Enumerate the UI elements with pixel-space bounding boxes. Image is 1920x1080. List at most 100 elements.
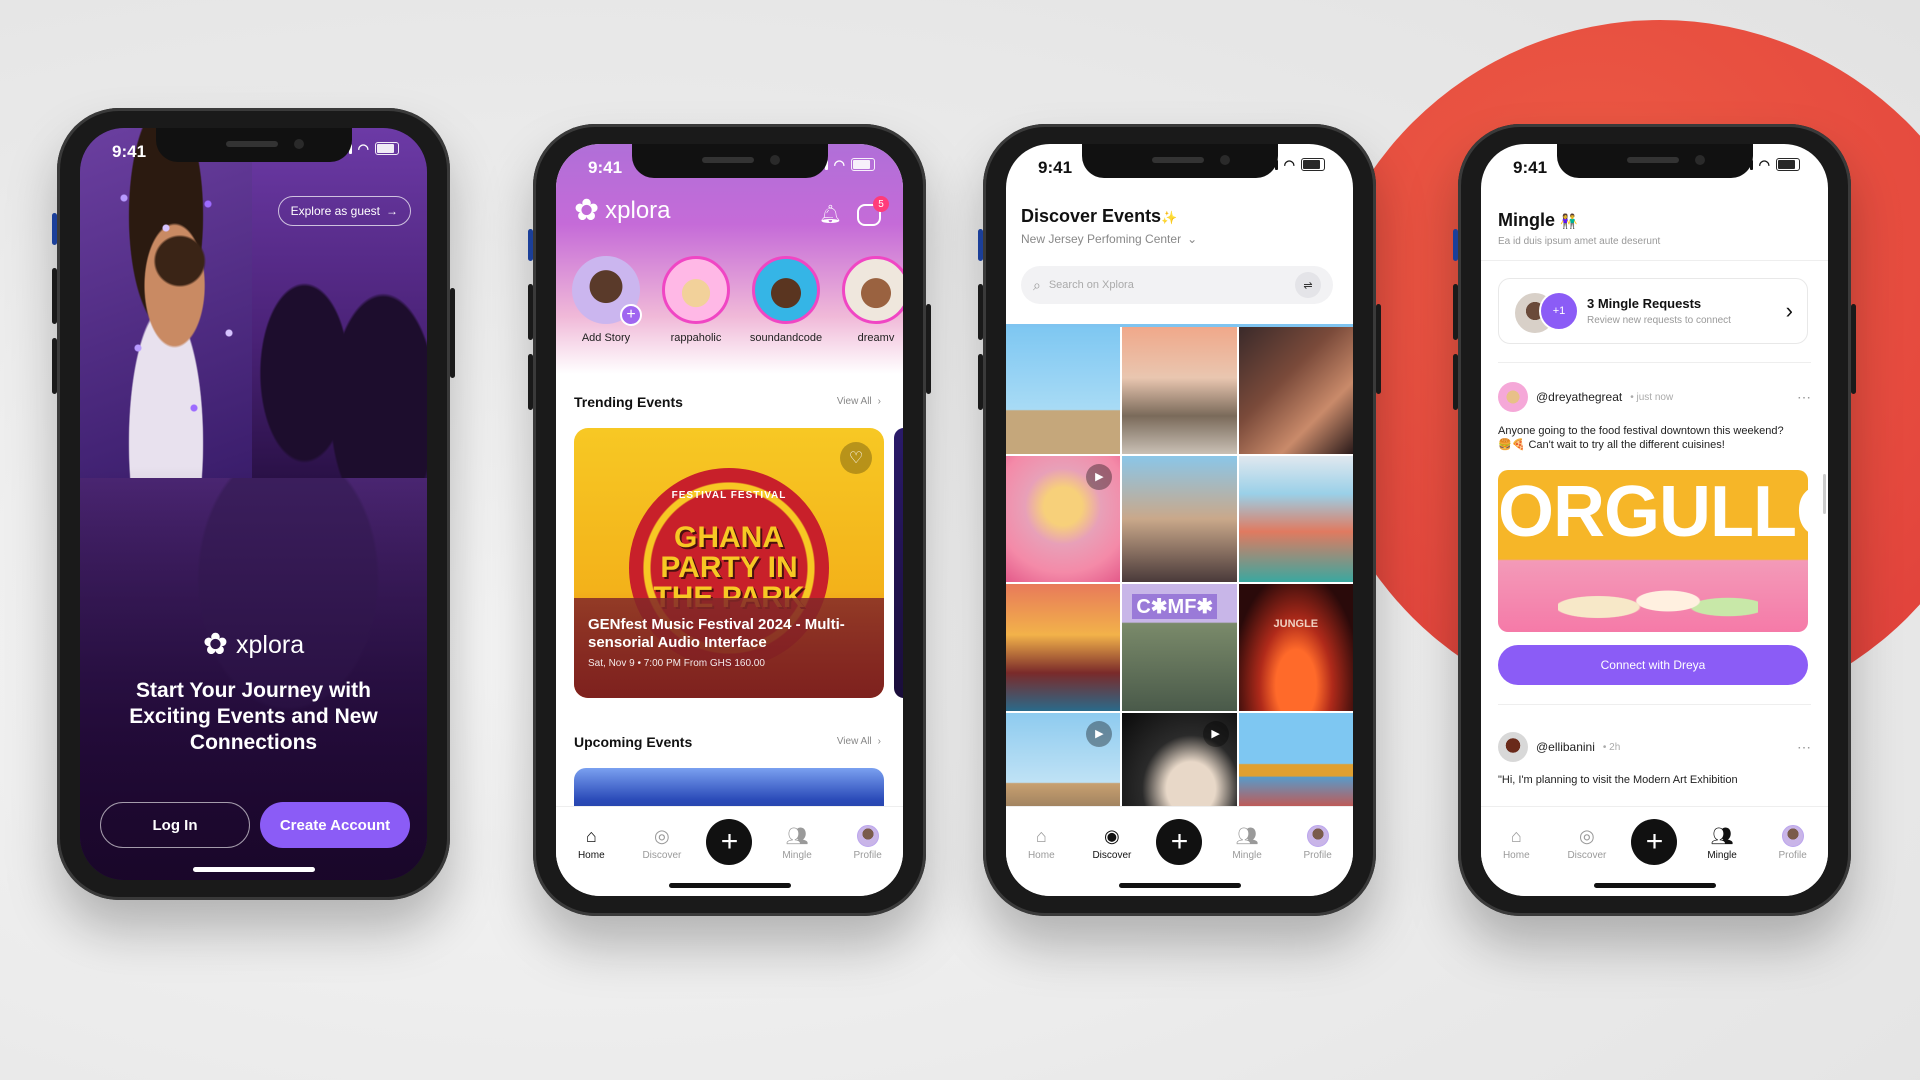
- chevron-right-icon: ›: [1785, 298, 1793, 323]
- chevron-right-icon: ›: [877, 396, 881, 407]
- play-icon[interactable]: ▶: [1202, 720, 1229, 747]
- event-title: GENfest Music Festival 2024 - Multi-sens…: [588, 616, 845, 651]
- battery-icon: [1776, 158, 1800, 171]
- post-username[interactable]: @ellibanini: [1536, 740, 1595, 754]
- tab-home[interactable]: ⌂ Home: [1490, 825, 1542, 862]
- battery-icon: [851, 158, 875, 171]
- welcome-screen: 9:41 ◠ Explore as guest → ✿ xplora Start…: [80, 128, 427, 880]
- story-item[interactable]: dreamv: [840, 256, 903, 344]
- app-logo: ✿ xplora: [574, 196, 671, 226]
- filter-icon[interactable]: ⇌: [1295, 272, 1321, 298]
- heart-icon[interactable]: ♡: [840, 442, 872, 474]
- story-item[interactable]: rappaholic: [660, 256, 732, 344]
- plus-icon: +: [1645, 825, 1664, 858]
- post-image-cakes: [1558, 565, 1758, 625]
- create-account-button[interactable]: Create Account: [260, 802, 410, 848]
- side-button: [52, 213, 57, 245]
- tab-home[interactable]: ⌂ Home: [1015, 825, 1067, 862]
- story-name: soundandcode: [749, 332, 823, 344]
- search-input[interactable]: Search on Xplora: [1049, 279, 1287, 291]
- tab-discover[interactable]: ◎ Discover: [1561, 825, 1613, 862]
- connect-label: Connect with Dreya: [1600, 658, 1706, 672]
- grid-photo[interactable]: JUNGLE: [1238, 584, 1353, 711]
- tab-mingle[interactable]: 👥︎ Mingle: [1221, 825, 1273, 862]
- tile-label-jungle: JUNGLE: [1273, 618, 1319, 630]
- confetti: [110, 168, 250, 468]
- login-button[interactable]: Log In: [100, 802, 250, 848]
- request-count-badge: +1: [1539, 291, 1579, 331]
- tab-discover[interactable]: ◎ Discover: [636, 825, 688, 862]
- tab-label: Mingle: [1707, 850, 1737, 861]
- tab-mingle[interactable]: 👥︎ Mingle: [771, 825, 823, 862]
- plus-icon: +: [620, 304, 642, 326]
- tab-mingle[interactable]: 👥︎ Mingle: [1696, 825, 1748, 862]
- side-button: [528, 284, 533, 340]
- stories-row: + Add Story rappaholic soundandcode drea…: [570, 256, 903, 344]
- page-title: Discover Events✨: [1021, 206, 1177, 227]
- grid-photo[interactable]: [1006, 327, 1121, 454]
- grid-photo[interactable]: C✱MF✱: [1122, 584, 1237, 711]
- post-text: "Hi, I'm planning to visit the Modern Ar…: [1498, 774, 1738, 786]
- search-bar[interactable]: ⌕ Search on Xplora ⇌: [1021, 266, 1333, 304]
- tab-home[interactable]: ⌂ Home: [565, 825, 617, 862]
- brand-name: xplora: [605, 197, 671, 224]
- grid-photo[interactable]: [1238, 455, 1353, 582]
- tab-label: Profile: [1778, 850, 1807, 861]
- side-button: [926, 304, 931, 394]
- status-time: 9:41: [1038, 158, 1073, 177]
- grid-photo[interactable]: [1006, 584, 1121, 711]
- grid-photo[interactable]: [1122, 327, 1237, 454]
- requests-subtitle: Review new requests to connect: [1587, 315, 1731, 326]
- home-indicator: [668, 883, 791, 888]
- tab-profile[interactable]: Profile: [1292, 825, 1344, 861]
- search-icon: ⌕: [1033, 276, 1041, 293]
- create-plus-button[interactable]: +: [1631, 819, 1678, 865]
- mingle-requests-card[interactable]: +1 3 Mingle Requests Review new requests…: [1498, 278, 1808, 344]
- view-all-upcoming[interactable]: View All ›: [837, 736, 881, 747]
- notch: [155, 128, 352, 162]
- avatar[interactable]: [1498, 382, 1528, 412]
- people-icon: 👥︎: [1710, 825, 1734, 846]
- view-all-trending[interactable]: View All ›: [837, 396, 881, 407]
- trending-event-card[interactable]: FESTIVAL FESTIVAL GHANA PARTY IN THE PAR…: [574, 428, 884, 698]
- tile-label-comfy: C✱MF✱: [1132, 594, 1218, 619]
- location-selector[interactable]: New Jersey Perfoming Center ⌄: [1021, 232, 1197, 246]
- tab-discover[interactable]: ◉ Discover: [1086, 825, 1138, 862]
- story-item[interactable]: soundandcode: [750, 256, 822, 344]
- grid-photo[interactable]: ▶: [1006, 455, 1121, 582]
- post-image[interactable]: ORGULLO: [1498, 470, 1808, 632]
- grid-photo[interactable]: [1238, 327, 1353, 454]
- home-indicator: [1593, 883, 1716, 888]
- post-username[interactable]: @dreyathegreat: [1536, 390, 1622, 404]
- more-icon[interactable]: ⋯: [1797, 739, 1811, 756]
- story-add[interactable]: + Add Story: [570, 256, 642, 344]
- phone-home: 9:41 ◠ ✿ xplora 🔔︎ 5 + Add Story rappaho…: [528, 124, 931, 916]
- create-plus-button[interactable]: +: [1156, 819, 1203, 865]
- next-card-peek: [894, 428, 903, 698]
- more-icon[interactable]: ⋯: [1797, 389, 1811, 406]
- phone-discover: 9:41 ◠ Discover Events✨ New Jersey Perfo…: [978, 124, 1381, 916]
- connect-button[interactable]: Connect with Dreya: [1498, 645, 1808, 685]
- wifi-icon: ◠: [1283, 157, 1295, 172]
- tab-profile[interactable]: Profile: [1767, 825, 1819, 861]
- tab-profile[interactable]: Profile: [842, 825, 894, 861]
- bell-icon[interactable]: 🔔︎: [819, 204, 842, 226]
- tab-label: Mingle: [1232, 850, 1262, 861]
- couple-icon: 👫: [1560, 213, 1578, 229]
- view-all-label: View All: [836, 396, 872, 407]
- play-icon[interactable]: ▶: [1086, 463, 1113, 490]
- compass-icon: ◎: [1579, 825, 1595, 846]
- people-icon: 👥︎: [1235, 825, 1259, 846]
- avatar[interactable]: [1498, 732, 1528, 762]
- grid-photo[interactable]: [1122, 455, 1237, 582]
- play-icon[interactable]: ▶: [1086, 720, 1113, 747]
- tab-label: Home: [577, 850, 605, 861]
- create-plus-button[interactable]: +: [706, 819, 753, 865]
- event-meta: Sat, Nov 9 • 7:00 PM From GHS 160.00: [588, 658, 765, 669]
- people-icon: 👥︎: [785, 825, 809, 846]
- title-text: Discover Events: [1021, 206, 1162, 226]
- chat-icon[interactable]: 5: [857, 196, 889, 226]
- explore-guest-button[interactable]: Explore as guest →: [277, 196, 411, 226]
- header-divider: [1481, 260, 1828, 261]
- post-header: @dreyathegreat • just now ⋯: [1498, 382, 1811, 412]
